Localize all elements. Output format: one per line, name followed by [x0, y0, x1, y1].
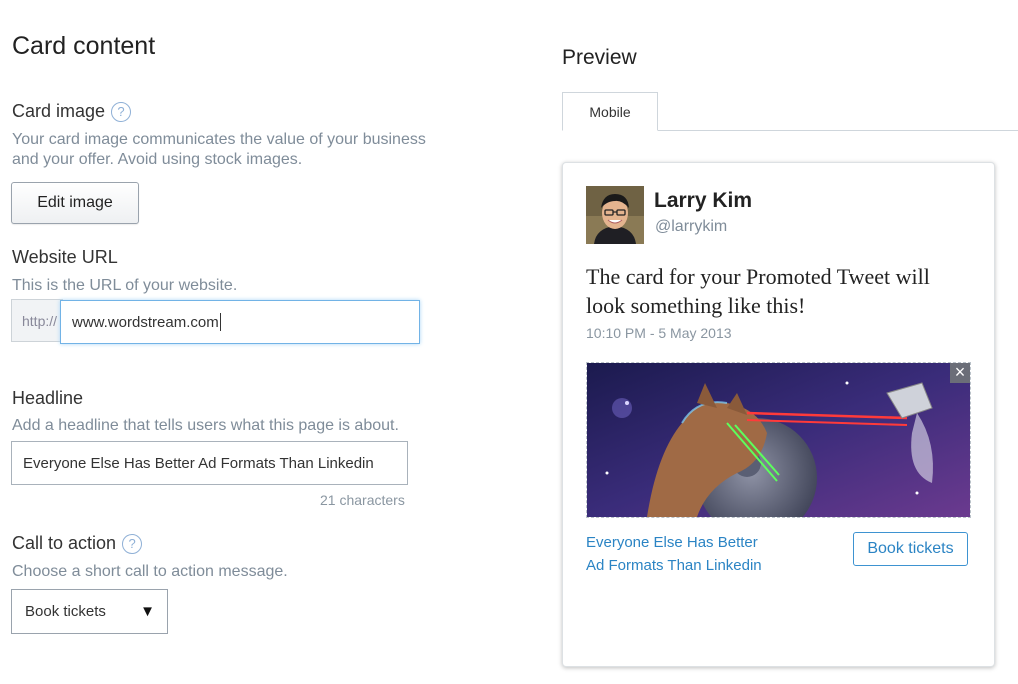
call-to-action-help: Choose a short call to action message. — [12, 563, 288, 580]
edit-image-button[interactable]: Edit image — [11, 182, 139, 224]
chevron-down-icon: ▼ — [140, 603, 155, 620]
tweet-timestamp: 10:10 PM - 5 May 2013 — [586, 325, 732, 341]
tweet-text-line1: The card for your Promoted Tweet will — [586, 264, 930, 289]
url-prefix: http:// — [11, 299, 63, 342]
call-to-action-select[interactable]: Book tickets ▼ — [11, 589, 168, 634]
website-url-value: www.wordstream.com — [72, 313, 219, 331]
space-cat-image-icon — [587, 363, 970, 517]
tweet-author-name[interactable]: Larry Kim — [654, 189, 752, 213]
card-headline-line2: Ad Formats Than Linkedin — [586, 557, 762, 574]
website-url-help: This is the URL of your website. — [12, 277, 238, 294]
tweet-author-handle[interactable]: @larrykim — [655, 218, 727, 236]
card-image-help: Your card image communicates the value o… — [12, 130, 472, 170]
tab-mobile[interactable]: Mobile — [562, 92, 658, 131]
website-url-input[interactable]: www.wordstream.com — [60, 300, 420, 344]
tweet-text-line2: look something like this! — [586, 293, 806, 318]
card-headline-line1: Everyone Else Has Better — [586, 534, 758, 551]
headline-help: Add a headline that tells users what thi… — [12, 417, 399, 434]
website-url-label: Website URL — [12, 247, 118, 267]
headline-input[interactable]: Everyone Else Has Better Ad Formats Than… — [11, 441, 408, 485]
book-tickets-button[interactable]: Book tickets — [853, 532, 968, 566]
avatar-photo-icon — [586, 186, 644, 244]
text-cursor — [219, 313, 221, 331]
close-icon[interactable]: × — [950, 363, 970, 383]
call-to-action-selected: Book tickets — [25, 603, 106, 620]
avatar — [586, 186, 644, 244]
call-to-action-label: Call to action? — [12, 533, 143, 555]
preview-title: Preview — [562, 46, 637, 69]
card-image-label-text: Card image — [12, 101, 106, 121]
call-to-action-label-text: Call to action — [12, 533, 117, 553]
headline-char-count: 21 characters — [320, 492, 405, 508]
tweet-text: The card for your Promoted Tweet will lo… — [586, 262, 986, 320]
tweet-preview-card: Larry Kim @larrykim The card for your Pr… — [562, 162, 995, 667]
card-image-help-line2: and your offer. Avoid using stock images… — [12, 151, 303, 168]
card-image-help-line1: Your card image communicates the value o… — [12, 131, 426, 148]
card-image: × — [586, 362, 971, 518]
headline-value: Everyone Else Has Better Ad Formats Than… — [23, 454, 374, 472]
question-circle-icon[interactable]: ? — [122, 534, 143, 555]
card-headline-link[interactable]: Everyone Else Has Better Ad Formats Than… — [586, 531, 816, 577]
headline-label: Headline — [12, 388, 84, 408]
card-image-label: Card image? — [12, 101, 132, 123]
card-content-title: Card content — [12, 32, 156, 60]
question-circle-icon[interactable]: ? — [111, 102, 132, 123]
